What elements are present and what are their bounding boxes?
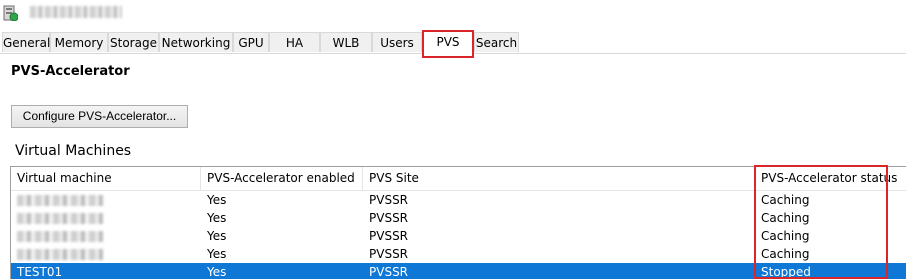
pvs-site-cell: PVSSR xyxy=(369,193,409,207)
tab-general[interactable]: General xyxy=(2,32,50,52)
column-header-pvs-site[interactable]: PVS Site xyxy=(363,167,755,190)
enabled-cell: Yes xyxy=(207,211,227,225)
enabled-cell: Yes xyxy=(207,265,227,279)
status-cell: Caching xyxy=(761,229,810,243)
status-cell: Stopped xyxy=(761,265,811,279)
enabled-cell: Yes xyxy=(207,193,227,207)
status-cell: Caching xyxy=(761,211,810,225)
table-row[interactable]: Yes PVSSR Caching xyxy=(11,209,906,227)
redacted-vm-name xyxy=(17,249,103,260)
column-header-pvs-accelerator-enabled[interactable]: PVS-Accelerator enabled xyxy=(201,167,363,190)
column-header-pvs-accelerator-status[interactable]: PVS-Accelerator status xyxy=(755,167,906,190)
status-cell: Caching xyxy=(761,193,810,207)
vm-name-cell: TEST01 xyxy=(17,265,63,279)
vm-name-cell xyxy=(11,191,201,209)
table-row-selected[interactable]: TEST01 Yes PVSSR Stopped xyxy=(11,263,906,279)
redacted-vm-name xyxy=(17,213,103,224)
pvs-site-cell: PVSSR xyxy=(369,265,409,279)
pvs-site-cell: PVSSR xyxy=(369,229,409,243)
tab-gpu[interactable]: GPU xyxy=(233,32,269,52)
tab-ha[interactable]: HA xyxy=(269,32,320,52)
vm-name-cell xyxy=(11,209,201,227)
virtual-machines-heading: Virtual Machines xyxy=(15,143,132,159)
table-row[interactable]: Yes PVSSR Caching xyxy=(11,245,906,263)
enabled-cell: Yes xyxy=(207,229,227,243)
tab-users[interactable]: Users xyxy=(372,32,422,52)
server-icon xyxy=(3,5,18,21)
tab-memory[interactable]: Memory xyxy=(50,32,108,52)
vm-grid[interactable]: Virtual machine PVS-Accelerator enabled … xyxy=(10,166,906,279)
tab-strip: General Memory Storage Networking GPU HA… xyxy=(0,30,906,54)
tab-networking[interactable]: Networking xyxy=(159,32,233,52)
tab-search[interactable]: Search xyxy=(474,32,519,52)
tab-wlb[interactable]: WLB xyxy=(320,32,372,52)
vm-name-cell xyxy=(11,227,201,245)
grid-header: Virtual machine PVS-Accelerator enabled … xyxy=(11,167,906,191)
status-cell: Caching xyxy=(761,247,810,261)
tab-pvs[interactable]: PVS xyxy=(422,30,474,54)
page-title: PVS-Accelerator xyxy=(11,64,130,79)
host-name-redacted xyxy=(30,6,122,18)
title-bar xyxy=(0,0,906,30)
tab-storage[interactable]: Storage xyxy=(108,32,159,52)
pvs-site-cell: PVSSR xyxy=(369,247,409,261)
column-header-virtual-machine[interactable]: Virtual machine xyxy=(11,167,201,190)
table-row[interactable]: Yes PVSSR Caching xyxy=(11,191,906,209)
configure-pvs-accelerator-button[interactable]: Configure PVS-Accelerator... xyxy=(11,105,188,128)
redacted-vm-name xyxy=(17,231,103,242)
redacted-vm-name xyxy=(17,195,103,206)
vm-name-cell xyxy=(11,245,201,263)
pvs-site-cell: PVSSR xyxy=(369,211,409,225)
table-row[interactable]: Yes PVSSR Caching xyxy=(11,227,906,245)
enabled-cell: Yes xyxy=(207,247,227,261)
